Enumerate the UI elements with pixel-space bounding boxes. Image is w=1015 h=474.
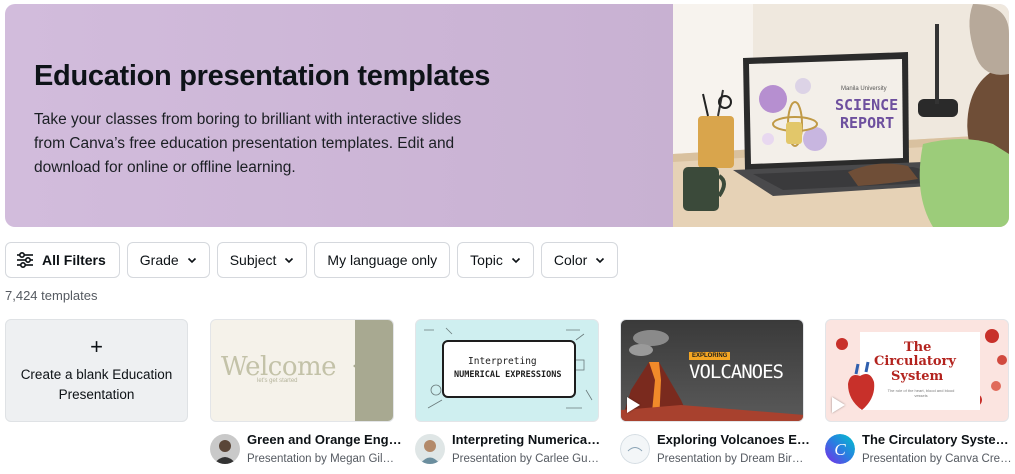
all-filters-button[interactable]: All Filters	[5, 242, 120, 278]
template-thumbnail[interactable]: Welcome let's get started	[210, 319, 394, 422]
thumbnail-main: VOLCANOES	[689, 361, 784, 383]
thumbnail-line2: NUMERICAL EXPRESSIONS	[454, 370, 562, 380]
template-card[interactable]: Interpreting NUMERICAL EXPRESSIONS Inter…	[415, 319, 600, 465]
grade-filter-label: Grade	[139, 252, 179, 268]
sliders-icon	[17, 252, 33, 268]
chevron-down-icon	[596, 257, 605, 264]
all-filters-label: All Filters	[42, 252, 106, 268]
card-title[interactable]: Green and Orange Eng…	[247, 432, 407, 447]
thumbnail-line1: The	[904, 340, 932, 355]
topic-filter-label: Topic	[470, 252, 503, 268]
hero-description: Take your classes from boring to brillia…	[34, 111, 462, 176]
color-filter-dropdown[interactable]: Color	[540, 242, 619, 278]
laptop-screen-line2: REPORT	[840, 114, 895, 132]
template-thumbnail[interactable]: The Circulatory System The role of the h…	[825, 319, 1009, 422]
avatar[interactable]	[210, 434, 240, 464]
play-icon	[627, 397, 640, 413]
my-language-only-toggle[interactable]: My language only	[314, 242, 451, 278]
svg-text:C: C	[834, 440, 846, 459]
subject-filter-dropdown[interactable]: Subject	[216, 242, 308, 278]
template-card[interactable]: The Circulatory System The role of the h…	[825, 319, 1012, 465]
chevron-down-icon	[187, 257, 196, 264]
subject-filter-label: Subject	[229, 252, 277, 268]
card-title[interactable]: Exploring Volcanoes E…	[657, 432, 817, 447]
chevron-down-icon	[285, 257, 294, 264]
template-count: 7,424 templates	[5, 288, 98, 303]
filter-bar: All Filters Grade Subject My language on…	[5, 242, 619, 278]
create-blank-label: Create a blank Education Presentation	[20, 366, 173, 402]
card-author[interactable]: Presentation by Megan Gil…	[247, 453, 407, 465]
play-icon	[832, 397, 845, 413]
card-title[interactable]: The Circulatory Syste…	[862, 432, 1015, 447]
avatar[interactable]	[415, 434, 445, 464]
canva-logo-icon[interactable]: C	[825, 434, 855, 464]
plus-icon: +	[90, 333, 103, 359]
thumbnail-tag: EXPLORING	[689, 352, 731, 360]
page-title: Education presentation templates	[34, 60, 491, 92]
card-title[interactable]: Interpreting Numerica…	[452, 432, 612, 447]
template-card[interactable]: Welcome let's get started Green and Oran…	[210, 319, 402, 465]
card-author[interactable]: Presentation by Dream Bir…	[657, 453, 817, 465]
card-author[interactable]: Presentation by Canva Cre…	[862, 453, 1015, 465]
template-thumbnail[interactable]: Interpreting NUMERICAL EXPRESSIONS	[415, 319, 599, 422]
avatar[interactable]	[620, 434, 650, 464]
topic-filter-dropdown[interactable]: Topic	[457, 242, 534, 278]
color-filter-label: Color	[553, 252, 588, 268]
thumbnail-small: The role of the heart, blood and blood v…	[887, 388, 955, 398]
template-thumbnail[interactable]: EXPLORING VOLCANOES	[620, 319, 804, 422]
chevron-down-icon	[511, 257, 520, 264]
thumbnail-line2: Circulatory	[874, 354, 956, 369]
laptop-screen-school: Manila University	[841, 86, 887, 92]
create-blank-card[interactable]: + Create a blank Education Presentation	[5, 319, 189, 422]
thumbnail-subtext: let's get started	[257, 378, 298, 384]
template-card[interactable]: EXPLORING VOLCANOES Exploring Volcanoes …	[620, 319, 810, 465]
laptop-screen-line1: SCIENCE	[835, 96, 899, 114]
hero-illustration: Manila University SCIENCE REPORT	[673, 4, 1009, 227]
thumbnail-line1: Interpreting	[468, 356, 537, 367]
grade-filter-dropdown[interactable]: Grade	[126, 242, 210, 278]
card-author[interactable]: Presentation by Carlee Gu…	[452, 453, 612, 465]
my-language-only-label: My language only	[327, 252, 438, 268]
hero-banner: Education presentation templates Take yo…	[5, 4, 1009, 227]
thumbnail-line3: System	[891, 369, 944, 384]
